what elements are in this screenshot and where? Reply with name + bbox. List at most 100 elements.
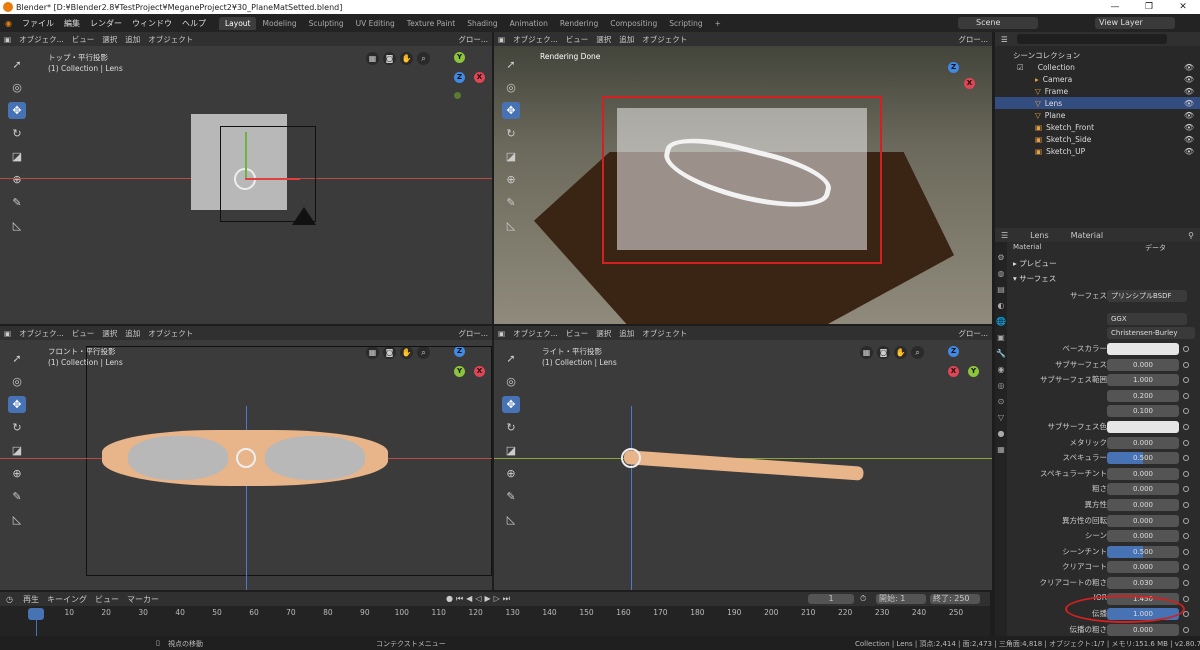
- select-tool-icon[interactable]: ➚: [502, 56, 520, 73]
- menu-view[interactable]: ビュー: [68, 328, 99, 339]
- tab-scripting[interactable]: Scripting: [663, 17, 708, 30]
- tab-layout[interactable]: Layout: [218, 16, 257, 30]
- socket-icon[interactable]: [1183, 439, 1189, 446]
- view-layer-selector[interactable]: View Layer: [1095, 17, 1175, 29]
- menu-add[interactable]: 追加: [615, 328, 638, 339]
- material-slot[interactable]: Material: [1013, 243, 1041, 251]
- eye-icon[interactable]: 👁: [1184, 123, 1194, 132]
- scale-tool-icon[interactable]: ◪: [8, 148, 26, 165]
- transform-orientation-dropdown[interactable]: グロー...: [454, 34, 492, 45]
- bsdf-row-value[interactable]: 0.000: [1107, 623, 1179, 636]
- eye-icon[interactable]: 👁: [1184, 63, 1194, 72]
- outliner-item-sketch-up[interactable]: ▣ Sketch_UP 👁: [995, 145, 1200, 157]
- clock-icon[interactable]: ⏱: [860, 594, 866, 604]
- transform-tool-icon[interactable]: ⊕: [8, 465, 26, 482]
- bsdf-row-value[interactable]: 0.000: [1107, 561, 1179, 574]
- transform-orientation-dropdown[interactable]: グロー...: [954, 328, 992, 339]
- bsdf-row-value[interactable]: 0.100: [1107, 405, 1179, 418]
- mode-dropdown[interactable]: オブジェク...: [509, 34, 562, 45]
- rotate-tool-icon[interactable]: ↻: [8, 125, 26, 142]
- editor-type-icon[interactable]: ▣: [0, 35, 15, 44]
- collection-row[interactable]: ☑ Collection 👁: [995, 61, 1200, 73]
- bsdf-row-value[interactable]: 0.500: [1107, 545, 1179, 558]
- gizmo-x-axis[interactable]: X: [964, 78, 975, 89]
- socket-icon[interactable]: [1183, 611, 1189, 618]
- measure-tool-icon[interactable]: ◺: [8, 217, 26, 234]
- eye-icon[interactable]: 👁: [1184, 147, 1194, 156]
- select-tool-icon[interactable]: ➚: [8, 56, 26, 73]
- mode-dropdown[interactable]: オブジェク...: [15, 34, 68, 45]
- menu-select[interactable]: 選択: [98, 328, 121, 339]
- socket-icon[interactable]: [1183, 408, 1189, 415]
- annotate-tool-icon[interactable]: ✎: [8, 194, 26, 211]
- bsdf-row-value[interactable]: 0.000: [1107, 436, 1179, 449]
- viewport-top-right[interactable]: ▣ オブジェク... ビュー 選択 追加 オブジェクト グロー... Rende…: [494, 32, 992, 324]
- menu-view[interactable]: ビュー: [562, 328, 593, 339]
- maximize-button[interactable]: ❐: [1132, 0, 1166, 14]
- tab-uv-editing[interactable]: UV Editing: [350, 17, 401, 30]
- playhead[interactable]: [28, 608, 44, 620]
- rotate-tool-icon[interactable]: ↻: [502, 419, 520, 436]
- gizmo-neg-y-dot[interactable]: [454, 92, 461, 99]
- gizmo-y-axis[interactable]: Y: [454, 52, 465, 63]
- menu-object[interactable]: オブジェクト: [638, 34, 691, 45]
- measure-tool-icon[interactable]: ◺: [502, 511, 520, 528]
- menu-view[interactable]: ビュー: [562, 34, 593, 45]
- annotate-tool-icon[interactable]: ✎: [8, 488, 26, 505]
- menu-view[interactable]: ビュー: [68, 34, 99, 45]
- menu-object[interactable]: オブジェクト: [144, 34, 197, 45]
- menu-keying[interactable]: キーイング: [43, 594, 91, 605]
- camera-view-icon[interactable]: ◙: [383, 52, 396, 65]
- menu-select[interactable]: 選択: [592, 34, 615, 45]
- scene-selector[interactable]: Scene: [958, 17, 1038, 29]
- select-tool-icon[interactable]: ➚: [502, 350, 520, 367]
- menu-object[interactable]: オブジェクト: [144, 328, 197, 339]
- socket-icon[interactable]: [1183, 455, 1189, 462]
- outliner-search[interactable]: [1017, 34, 1167, 44]
- tab-shading[interactable]: Shading: [461, 17, 503, 30]
- eye-icon[interactable]: 👁: [1184, 87, 1194, 96]
- outliner-item-frame[interactable]: ▽ Frame 👁: [995, 85, 1200, 97]
- menu-file[interactable]: ファイル: [17, 18, 59, 29]
- pan-hand-icon[interactable]: ✋: [894, 346, 907, 359]
- transform-tool-icon[interactable]: ⊕: [502, 171, 520, 188]
- outliner-item-lens[interactable]: ▽ Lens 👁: [995, 97, 1200, 109]
- bsdf-row-value[interactable]: [1107, 343, 1179, 355]
- socket-icon[interactable]: [1183, 470, 1189, 477]
- bsdf-row-value[interactable]: 0.200: [1107, 389, 1179, 402]
- pin-icon[interactable]: ⚲: [1188, 231, 1194, 240]
- surface-shader-field[interactable]: プリンシプルBSDF: [1107, 290, 1187, 302]
- socket-icon[interactable]: [1183, 517, 1189, 524]
- socket-icon[interactable]: [1183, 580, 1189, 586]
- eye-icon[interactable]: 👁: [1184, 75, 1194, 84]
- cursor-tool-icon[interactable]: ◎: [502, 373, 520, 390]
- menu-marker[interactable]: マーカー: [123, 594, 163, 605]
- socket-icon[interactable]: [1183, 502, 1189, 508]
- viewport-bottom-right[interactable]: ▣ オブジェク... ビュー 選択 追加 オブジェクト グロー... ライト・平…: [494, 326, 992, 590]
- frame-ruler[interactable]: 1102030405060708090100110120130140150160…: [0, 608, 990, 620]
- outliner-item-sketch-front[interactable]: ▣ Sketch_Front 👁: [995, 121, 1200, 133]
- glasses-side-object[interactable]: [623, 450, 864, 481]
- camera-view-icon[interactable]: ◙: [877, 346, 890, 359]
- axis-gizmo[interactable]: Y Z X: [440, 50, 490, 110]
- outliner-editor-icon[interactable]: ☰: [995, 35, 1008, 44]
- tab-animation[interactable]: Animation: [504, 17, 554, 30]
- select-tool-icon[interactable]: ➚: [8, 350, 26, 367]
- socket-icon[interactable]: [1183, 377, 1189, 384]
- scene-collection-row[interactable]: シーンコレクション: [995, 49, 1200, 61]
- preview-section[interactable]: ▸ プレビュー: [1013, 258, 1057, 269]
- left-lens-object[interactable]: [128, 436, 228, 480]
- gizmo-y-axis[interactable]: Y: [968, 366, 979, 377]
- menu-edit[interactable]: 編集: [59, 18, 85, 29]
- editor-type-icon[interactable]: ▣: [494, 35, 509, 44]
- bsdf-row-value[interactable]: 0.000: [1107, 483, 1179, 496]
- menu-add[interactable]: 追加: [121, 328, 144, 339]
- annotate-tool-icon[interactable]: ✎: [502, 488, 520, 505]
- cursor-tool-icon[interactable]: ◎: [8, 79, 26, 96]
- mode-dropdown[interactable]: オブジェク...: [15, 328, 68, 339]
- bsdf-row-value[interactable]: 1.000: [1107, 374, 1179, 387]
- surface-section[interactable]: ▾ サーフェス: [1013, 273, 1056, 284]
- socket-icon[interactable]: [1183, 548, 1189, 555]
- end-frame-field[interactable]: 終了: 250: [930, 594, 980, 604]
- measure-tool-icon[interactable]: ◺: [502, 217, 520, 234]
